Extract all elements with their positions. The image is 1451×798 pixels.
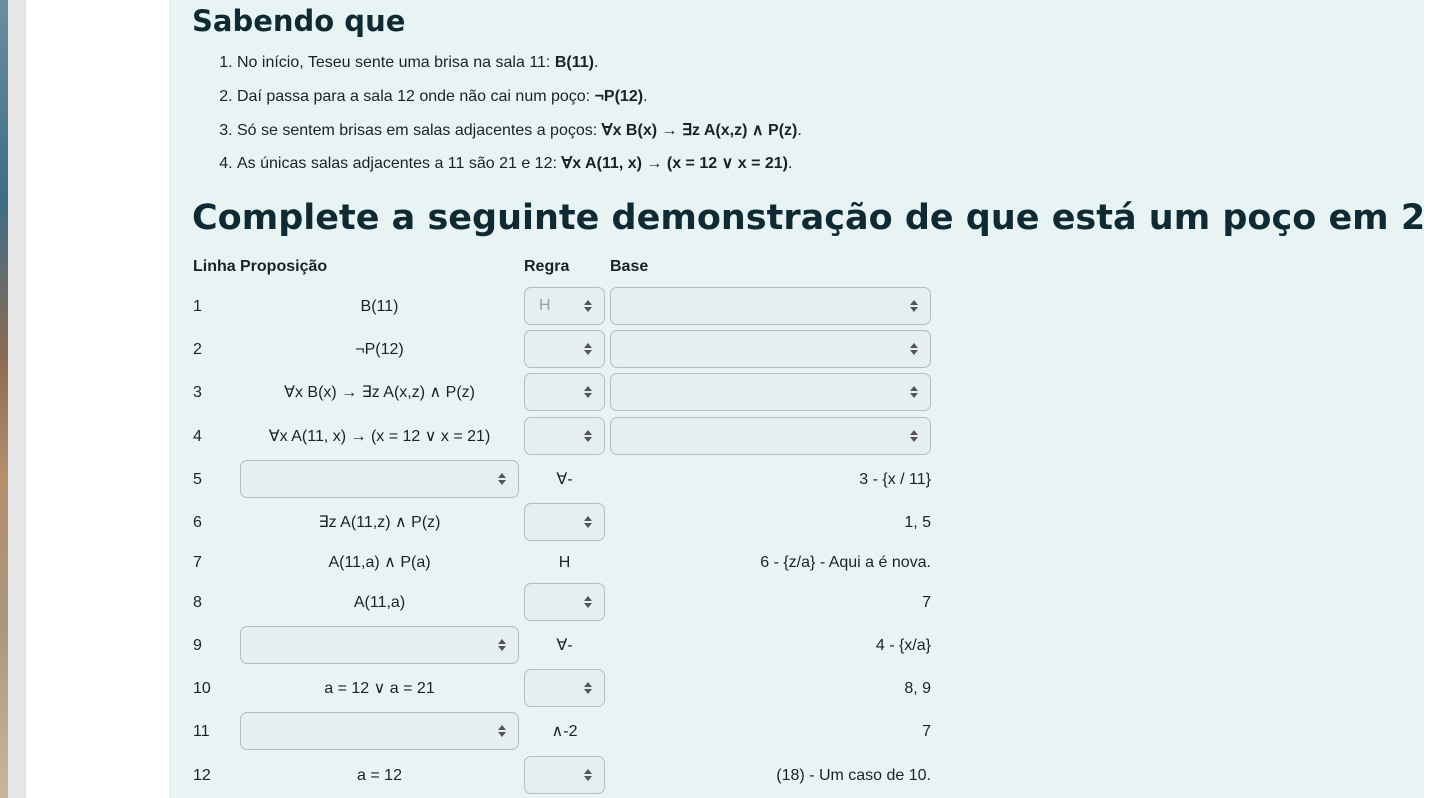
select-arrows-icon	[584, 430, 592, 442]
proposition: a = 12	[357, 767, 402, 784]
premises-heading: Sabendo que	[192, 4, 406, 38]
proof-row: 9 ∀- 4 - {x/a}	[169, 626, 949, 666]
select-arrows-icon	[498, 639, 506, 651]
proof-row: 6 ∃z A(11,z) ∧ P(z) 1, 5	[169, 503, 949, 543]
base: 7	[922, 723, 931, 740]
proposition: A(11,a)	[353, 594, 406, 611]
select-arrows-icon	[910, 430, 918, 442]
line-number: 3	[193, 384, 202, 401]
rule-select[interactable]	[524, 583, 605, 621]
select-arrows-icon	[584, 300, 592, 312]
proof-row: 12 a = 12 (18) - Um caso de 10.	[169, 756, 949, 796]
rule: ∧-2	[551, 723, 578, 740]
base: 7	[922, 594, 931, 611]
line-number: 7	[193, 554, 202, 571]
base: 3 - {x / 11}	[859, 471, 931, 488]
select-arrows-icon	[584, 516, 592, 528]
rule: H	[558, 554, 571, 571]
proof-row: 11 ∧-2 7	[169, 712, 949, 752]
line-number: 10	[193, 680, 211, 697]
line-number: 1	[193, 298, 202, 315]
proof-row: 8 A(11,a) 7	[169, 583, 949, 623]
base: 8, 9	[904, 680, 931, 697]
column-header-line: Linha	[193, 258, 236, 275]
left-margin	[26, 0, 169, 798]
select-arrows-icon	[584, 682, 592, 694]
proposition: a = 12 ∨ a = 21	[324, 680, 435, 697]
rule-select[interactable]	[524, 417, 605, 455]
rule-select[interactable]	[524, 503, 605, 541]
select-arrows-icon	[910, 386, 918, 398]
base-select[interactable]	[610, 330, 931, 368]
proposition-select[interactable]	[240, 626, 519, 664]
column-header-base: Base	[610, 258, 649, 275]
line-number: 12	[193, 767, 211, 784]
premise-item: Só se sentem brisas em salas adjacentes …	[237, 116, 802, 150]
base-select[interactable]	[610, 417, 931, 455]
proof-row: 7 A(11,a) ∧ P(a) H 6 - {z/a} - Aqui a é …	[169, 543, 949, 583]
question-content: Sabendo que No início, Teseu sente uma b…	[169, 0, 1450, 798]
line-number: 6	[193, 514, 202, 531]
rule-select[interactable]	[524, 756, 605, 794]
rule-select[interactable]	[524, 669, 605, 707]
select-arrows-icon	[910, 300, 918, 312]
select-arrows-icon	[498, 725, 506, 737]
select-arrows-icon	[584, 343, 592, 355]
proposition-select[interactable]	[240, 460, 519, 498]
line-number: 5	[193, 471, 202, 488]
line-number: 8	[193, 594, 202, 611]
premise-item: No início, Teseu sente uma brisa na sala…	[237, 48, 802, 82]
line-number: 9	[193, 637, 202, 654]
base: 4 - {x/a}	[875, 637, 931, 654]
select-arrows-icon	[910, 343, 918, 355]
rule: ∀-	[556, 471, 573, 488]
proof-row: 1 B(11) H	[169, 287, 949, 327]
line-number: 11	[193, 723, 210, 740]
select-arrows-icon	[584, 596, 592, 608]
rule: ∀-	[556, 637, 573, 654]
proposition: ¬P(12)	[355, 341, 404, 358]
premises-list: No início, Teseu sente uma brisa na sala…	[219, 48, 802, 183]
base: 6 - {z/a} - Aqui a é nova.	[760, 554, 931, 571]
proposition: B(11)	[360, 298, 399, 315]
proof-row: 3 ∀x B(x) → ∃z A(x,z) ∧ P(z)	[169, 373, 949, 413]
proposition: ∃z A(11,z) ∧ P(z)	[318, 514, 441, 531]
proposition-select[interactable]	[240, 712, 519, 750]
rule-select[interactable]: H	[524, 287, 605, 325]
proof-row: 2 ¬P(12)	[169, 330, 949, 370]
select-arrows-icon	[584, 769, 592, 781]
rule-select[interactable]	[524, 373, 605, 411]
background-photo-strip	[0, 0, 8, 798]
select-arrows-icon	[498, 473, 506, 485]
proof-row: 10 a = 12 ∨ a = 21 8, 9	[169, 669, 949, 709]
proposition: A(11,a) ∧ P(a)	[328, 554, 431, 571]
proof-row: 4 ∀x A(11, x) → (x = 12 ∨ x = 21)	[169, 417, 949, 457]
column-header-rule: Regra	[524, 258, 570, 275]
base-select[interactable]	[610, 287, 931, 325]
proof-row: 5 ∀- 3 - {x / 11}	[169, 460, 949, 500]
scrollbar-gutter	[8, 0, 26, 798]
line-number: 2	[193, 341, 202, 358]
proposition: ∀x A(11, x) → (x = 12 ∨ x = 21)	[268, 428, 491, 445]
column-header-proposition: Proposição	[240, 258, 328, 275]
proof-heading: Complete a seguinte demonstração de que …	[192, 198, 1450, 238]
right-margin	[1424, 0, 1451, 798]
select-arrows-icon	[584, 386, 592, 398]
rule-select[interactable]	[524, 330, 605, 368]
base: (18) - Um caso de 10.	[776, 767, 931, 784]
line-number: 4	[193, 428, 202, 445]
proposition: ∀x B(x) → ∃z A(x,z) ∧ P(z)	[284, 384, 475, 401]
base: 1, 5	[904, 514, 931, 531]
premise-item: Daí passa para a sala 12 onde não cai nu…	[237, 82, 802, 116]
premise-item: As únicas salas adjacentes a 11 são 21 e…	[237, 149, 802, 183]
base-select[interactable]	[610, 373, 931, 411]
